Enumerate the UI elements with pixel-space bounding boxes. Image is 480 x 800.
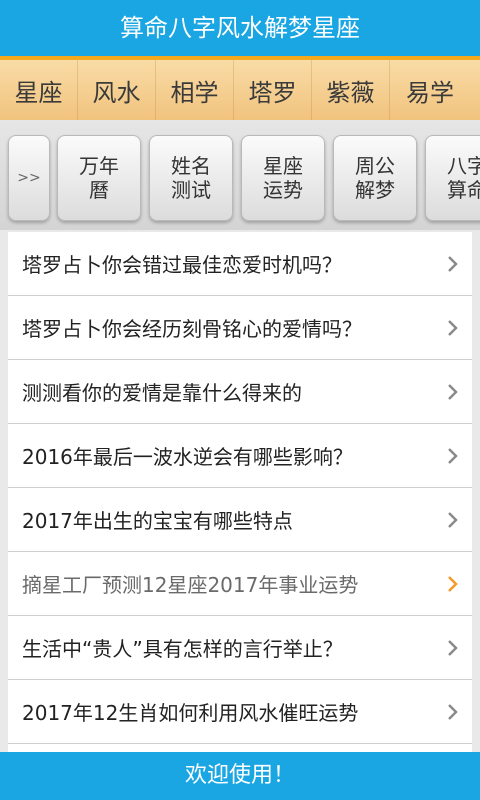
app-screen: 算命八字风水解梦星座 星座 风水 相学 塔罗 紫薇 易学 >> 万年 曆 姓名 … <box>0 0 480 800</box>
tool-xingming-button[interactable]: 姓名 测试 <box>149 135 233 221</box>
app-title: 算命八字风水解梦星座 <box>0 0 480 56</box>
list-item[interactable]: 生活中“贵人”具有怎样的言行举止？ <box>8 616 472 680</box>
list-item-label: 摘星工厂预测12星座2017年事业运势 <box>22 573 359 597</box>
tab-taluo[interactable]: 塔罗 <box>234 60 312 120</box>
list-item-label: 测测看你的爱情是靠什么得来的 <box>22 381 302 405</box>
list-item-label: 生活中“贵人”具有怎样的言行举止？ <box>22 637 343 661</box>
list-item-label: 2016年最后一波水逆会有哪些影响？ <box>22 445 353 469</box>
chevron-right-icon <box>448 639 458 656</box>
tool-xingzuo-button[interactable]: 星座 运势 <box>241 135 325 221</box>
welcome-footer: 欢迎使用！ <box>0 752 480 800</box>
chevron-right-icon <box>448 255 458 272</box>
chevron-right-icon <box>448 703 458 720</box>
tab-xiangxue[interactable]: 相学 <box>156 60 234 120</box>
chevron-right-icon <box>448 447 458 464</box>
chevron-right-icon <box>448 383 458 400</box>
more-tools-button[interactable]: >> <box>8 135 50 221</box>
list-item[interactable]: 2017年12生肖如何利用风水催旺运势 <box>8 680 472 744</box>
list-item-selected[interactable]: 摘星工厂预测12星座2017年事业运势 <box>8 552 472 616</box>
tool-wannianli-button[interactable]: 万年 曆 <box>57 135 141 221</box>
list-item-label: 2017年出生的宝宝有哪些特点 <box>22 509 293 533</box>
tool-bar: >> 万年 曆 姓名 测试 星座 运势 周公 解梦 八字 算命 <box>0 120 480 230</box>
list-item[interactable]: 塔罗占卜你会经历刻骨铭心的爱情吗？ <box>8 296 472 360</box>
category-tabs: 星座 风水 相学 塔罗 紫薇 易学 <box>0 56 480 120</box>
tab-yixue[interactable]: 易学 <box>390 60 470 120</box>
list-item-label: 塔罗占卜你会经历刻骨铭心的爱情吗？ <box>22 317 362 341</box>
chevron-right-icon <box>448 319 458 336</box>
tab-fengshui[interactable]: 风水 <box>78 60 156 120</box>
chevron-right-icon <box>448 511 458 528</box>
tab-xingzuo[interactable]: 星座 <box>0 60 78 120</box>
list-item[interactable]: 2017年出生的宝宝有哪些特点 <box>8 488 472 552</box>
tool-zhougong-button[interactable]: 周公 解梦 <box>333 135 417 221</box>
tool-bazi-button[interactable]: 八字 算命 <box>425 135 480 221</box>
list-item[interactable]: 塔罗占卜你会错过最佳恋爱时机吗？ <box>8 232 472 296</box>
list-item[interactable]: 2016年最后一波水逆会有哪些影响？ <box>8 424 472 488</box>
list-item-label: 2017年12生肖如何利用风水催旺运势 <box>22 701 359 725</box>
list-item[interactable]: 测测看你的爱情是靠什么得来的 <box>8 360 472 424</box>
tab-ziwei[interactable]: 紫薇 <box>312 60 390 120</box>
article-list: 塔罗占卜你会错过最佳恋爱时机吗？ 塔罗占卜你会经历刻骨铭心的爱情吗？ 测测看你的… <box>8 232 472 752</box>
chevron-right-icon <box>448 575 458 592</box>
list-item-label: 塔罗占卜你会错过最佳恋爱时机吗？ <box>22 253 342 277</box>
